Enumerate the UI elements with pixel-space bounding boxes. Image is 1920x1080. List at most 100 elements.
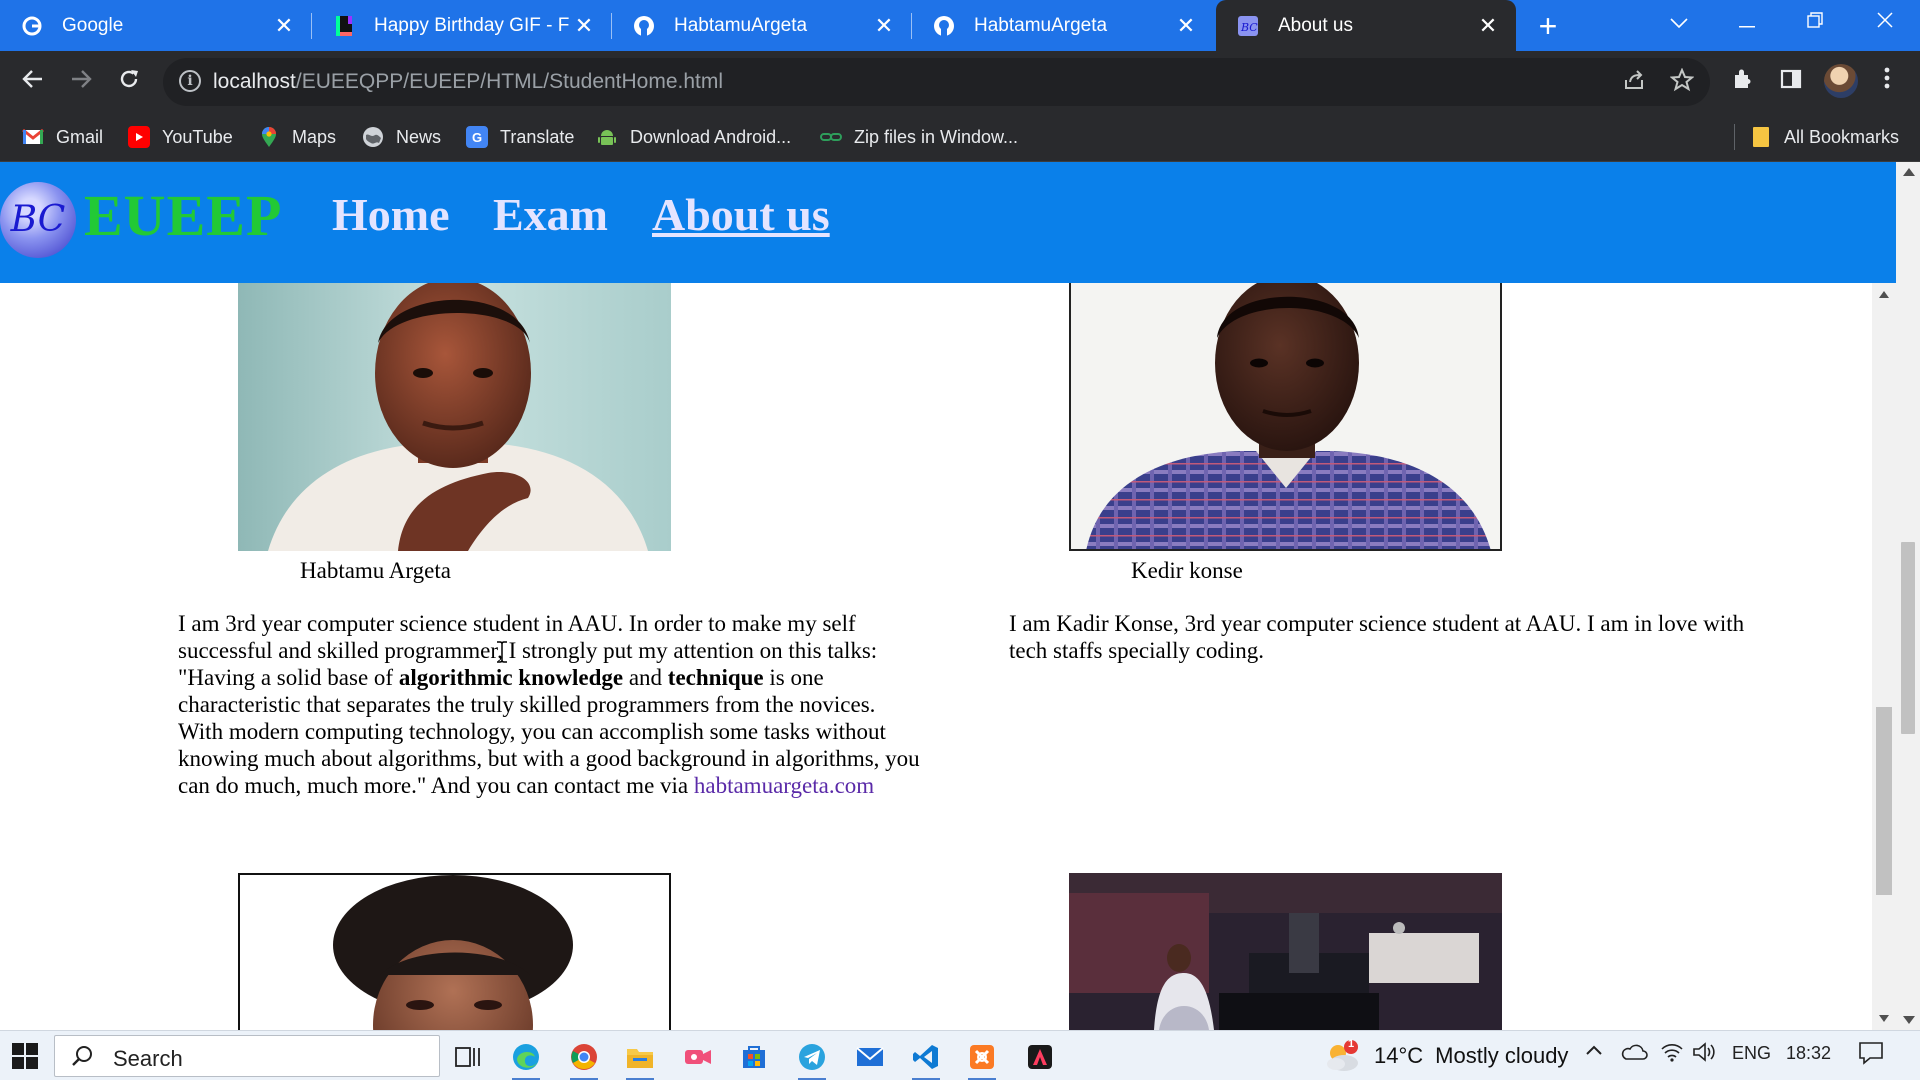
giphy-icon — [332, 14, 356, 38]
vscode-icon[interactable] — [906, 1037, 946, 1080]
member-photo-fourth — [1069, 873, 1502, 1030]
address-bar[interactable]: i localhost/EUEEQPP/EUEEP/HTML/StudentHo… — [163, 58, 1710, 106]
minimize-button[interactable] — [1714, 0, 1780, 45]
scroll-thumb[interactable] — [1876, 707, 1892, 895]
member-photo-kedir — [1069, 283, 1502, 551]
side-panel-icon[interactable] — [1776, 67, 1806, 97]
tab-github-1[interactable]: HabtamuArgeta ✕ — [612, 0, 912, 51]
notifications-icon[interactable] — [1858, 1041, 1884, 1070]
github-icon — [632, 14, 656, 38]
android-icon — [596, 126, 618, 148]
bookmark-translate[interactable]: G Translate — [466, 124, 574, 150]
url-text[interactable]: localhost/EUEEQPP/EUEEP/HTML/StudentHome… — [213, 70, 723, 94]
onedrive-icon[interactable] — [1620, 1043, 1648, 1066]
forward-button[interactable] — [62, 63, 100, 101]
page-scrollbar[interactable] — [1896, 162, 1920, 1030]
tab-giphy[interactable]: Happy Birthday GIF - Find ✕ — [312, 0, 612, 51]
scroll-thumb[interactable] — [1901, 542, 1915, 734]
member-photo-third — [238, 873, 671, 1030]
bookmarks-bar: Gmail YouTube Maps News G Translate Down… — [0, 112, 1920, 162]
clock[interactable]: 18:32 — [1786, 1043, 1831, 1064]
github-icon — [932, 14, 956, 38]
reload-button[interactable] — [110, 63, 148, 101]
task-view-icon[interactable] — [448, 1037, 488, 1077]
bookmark-gmail[interactable]: Gmail — [22, 124, 103, 150]
bookmark-news[interactable]: News — [362, 124, 441, 150]
scroll-up-arrow-icon[interactable] — [1903, 168, 1915, 176]
youtube-icon — [128, 126, 150, 148]
recorder-icon[interactable] — [678, 1037, 718, 1077]
member-photo-habtamu — [238, 283, 671, 551]
extensions-icon[interactable] — [1728, 67, 1758, 97]
tab-close-button[interactable]: ✕ — [870, 13, 898, 39]
share-icon[interactable] — [1620, 68, 1648, 96]
show-hidden-icons-button[interactable] — [1584, 1041, 1604, 1066]
tab-close-button[interactable]: ✕ — [1474, 13, 1502, 39]
site-logo[interactable]: BC — [0, 182, 76, 258]
taskbar-search-box[interactable]: Search — [54, 1035, 440, 1077]
bookmark-download-android[interactable]: Download Android... — [596, 124, 791, 150]
google-icon — [20, 14, 44, 38]
site-header: BC EUEEP Home Exam About us — [0, 162, 1896, 283]
member-name-kedir: Kedir konse — [1131, 558, 1243, 583]
tab-search-button[interactable] — [1646, 0, 1712, 45]
contact-link[interactable]: habtamuargeta.com — [694, 773, 874, 798]
profile-avatar[interactable] — [1824, 64, 1858, 98]
page-viewport: BC EUEEP Home Exam About us Habtamu Arge… — [0, 162, 1896, 1030]
link-icon — [820, 126, 842, 148]
browser-toolbar: i localhost/EUEEQPP/EUEEP/HTML/StudentHo… — [0, 51, 1920, 112]
bookmark-star-icon[interactable] — [1668, 67, 1696, 96]
nav-about-us-link[interactable]: About us — [652, 188, 830, 241]
windows-taskbar: Search 1 14°C Mostly cloudy ENG 18:32 — [0, 1030, 1920, 1080]
weather-widget[interactable]: 1 14°C Mostly cloudy — [1322, 1038, 1568, 1073]
language-indicator[interactable]: ENG — [1732, 1043, 1771, 1064]
tab-about-us[interactable]: BC About us ✕ — [1216, 0, 1516, 51]
scroll-up-arrow-icon[interactable] — [1879, 291, 1889, 298]
mail-icon[interactable] — [850, 1037, 890, 1077]
bookmarks-divider — [1734, 124, 1735, 150]
nav-exam-link[interactable]: Exam — [493, 188, 608, 241]
site-info-icon[interactable]: i — [179, 70, 201, 92]
microsoft-store-icon[interactable] — [734, 1037, 774, 1077]
folder-icon — [1750, 126, 1772, 148]
nav-home-link[interactable]: Home — [332, 188, 450, 241]
member-bio-habtamu: I am 3rd year computer science student i… — [178, 611, 920, 798]
file-explorer-icon[interactable] — [620, 1037, 660, 1080]
back-button[interactable] — [14, 63, 52, 101]
close-window-button[interactable] — [1852, 0, 1918, 45]
inner-scrollbar[interactable] — [1872, 283, 1896, 1030]
bc-logo-icon: BC — [1236, 14, 1260, 38]
tab-close-button[interactable]: ✕ — [270, 13, 298, 39]
member-name-habtamu: Habtamu Argeta — [300, 558, 451, 583]
adobe-app-icon[interactable] — [1020, 1037, 1060, 1077]
maps-icon — [258, 126, 280, 148]
site-brand[interactable]: EUEEP — [84, 182, 282, 249]
new-tab-button[interactable]: + — [1530, 8, 1566, 44]
xampp-icon[interactable] — [962, 1037, 1002, 1080]
scroll-down-arrow-icon[interactable] — [1879, 1015, 1889, 1022]
restore-button[interactable] — [1782, 0, 1848, 45]
volume-icon[interactable] — [1692, 1041, 1718, 1068]
chrome-icon[interactable] — [564, 1037, 604, 1080]
tab-close-button[interactable]: ✕ — [1172, 13, 1200, 39]
search-icon — [72, 1046, 92, 1066]
scroll-down-arrow-icon[interactable] — [1903, 1016, 1915, 1024]
bookmark-maps[interactable]: Maps — [258, 124, 336, 150]
svg-text:BC: BC — [1240, 21, 1258, 34]
tab-google[interactable]: Google ✕ — [0, 0, 312, 51]
telegram-icon[interactable] — [792, 1037, 832, 1080]
tab-github-2[interactable]: HabtamuArgeta ✕ — [912, 0, 1214, 51]
translate-icon: G — [466, 126, 488, 148]
text-cursor-icon — [497, 641, 507, 663]
wifi-icon[interactable] — [1660, 1041, 1684, 1068]
cloud-sun-icon: 1 — [1322, 1038, 1362, 1073]
news-icon — [362, 126, 384, 148]
bookmark-zip-files[interactable]: Zip files in Window... — [820, 124, 1018, 150]
all-bookmarks-folder[interactable]: All Bookmarks — [1750, 124, 1899, 150]
tab-close-button[interactable]: ✕ — [570, 13, 598, 39]
chrome-menu-icon[interactable] — [1872, 67, 1902, 97]
start-button[interactable] — [12, 1043, 38, 1069]
tab-strip: Google ✕ Happy Birthday GIF - Find ✕ Hab… — [0, 0, 1920, 51]
bookmark-youtube[interactable]: YouTube — [128, 124, 233, 150]
edge-icon[interactable] — [506, 1037, 546, 1080]
